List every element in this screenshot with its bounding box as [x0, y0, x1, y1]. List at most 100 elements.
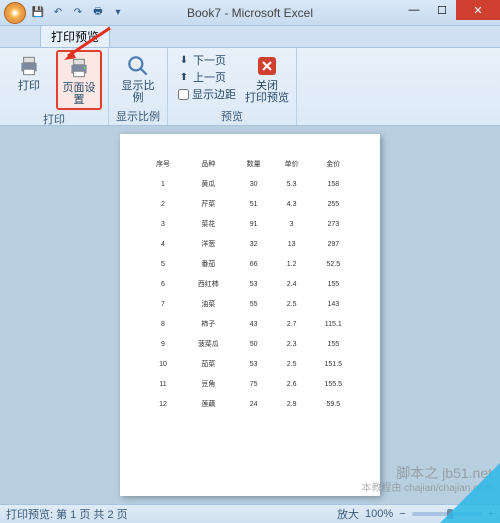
group-preview: ⬇下一页 ⬆上一页 显示边距 关闭 打印预览 预览	[168, 48, 297, 125]
redo-icon[interactable]: ↷	[70, 5, 86, 21]
table-row: 12莲藕242.959.5	[144, 394, 356, 414]
window-title: Book7 - Microsoft Excel	[187, 6, 313, 20]
preview-page: 序号品种数量单价金价 1黄瓜305.31582芹菜514.32553菜花9132…	[120, 134, 380, 496]
table-cell: 66	[235, 254, 273, 274]
zoom-out-button[interactable]: −	[399, 508, 405, 520]
undo-icon[interactable]: ↶	[50, 5, 66, 21]
table-cell: 菠菜瓜	[182, 334, 235, 354]
table-cell: 53	[235, 354, 273, 374]
table-cell: 2.7	[273, 314, 311, 334]
table-cell: 西红柿	[182, 274, 235, 294]
table-row: 8柿子432.7115.1	[144, 314, 356, 334]
table-cell: 莲藕	[182, 394, 235, 414]
table-header-cell: 序号	[144, 154, 182, 174]
table-row: 2芹菜514.3255	[144, 194, 356, 214]
table-cell: 2.6	[273, 374, 311, 394]
table-cell: 9	[144, 334, 182, 354]
close-preview-button[interactable]: 关闭 打印预览	[244, 50, 290, 106]
qat-dropdown-icon[interactable]: ▾	[110, 5, 126, 21]
table-row: 6西红柿532.4155	[144, 274, 356, 294]
print-button[interactable]: 打印	[6, 50, 52, 94]
table-cell: 155	[311, 274, 356, 294]
table-cell: 13	[273, 234, 311, 254]
table-cell: 黄瓜	[182, 174, 235, 194]
table-cell: 2.4	[273, 274, 311, 294]
table-cell: 芹菜	[182, 194, 235, 214]
show-margins-checkbox[interactable]: 显示边距	[178, 86, 236, 102]
office-button[interactable]	[4, 2, 26, 24]
table-header-cell: 单价	[273, 154, 311, 174]
table-row: 4洋葱3213297	[144, 234, 356, 254]
table-cell: 12	[144, 394, 182, 414]
table-cell: 151.5	[311, 354, 356, 374]
table-row: 9菠菜瓜502.3155	[144, 334, 356, 354]
table-cell: 255	[311, 194, 356, 214]
table-header-cell: 数量	[235, 154, 273, 174]
table-cell: 51	[235, 194, 273, 214]
table-body: 1黄瓜305.31582芹菜514.32553菜花9132734洋葱321329…	[144, 174, 356, 414]
ribbon-tabs: 打印预览	[0, 26, 500, 48]
table-cell: 75	[235, 374, 273, 394]
table-row: 3菜花913273	[144, 214, 356, 234]
zoom-percent: 100%	[365, 508, 393, 520]
table-cell: 115.1	[311, 314, 356, 334]
table-row: 11豆角752.6155.5	[144, 374, 356, 394]
table-header-cell: 品种	[182, 154, 235, 174]
table-cell: 11	[144, 374, 182, 394]
table-cell: 30	[235, 174, 273, 194]
quick-access-toolbar: 💾 ↶ ↷ 🖶 ▾	[0, 2, 126, 24]
table-header-row: 序号品种数量单价金价	[144, 154, 356, 174]
printer-page-icon	[65, 54, 93, 82]
close-button[interactable]: ✕	[456, 0, 500, 20]
window-controls: — ☐ ✕	[400, 0, 500, 20]
table-cell: 番茄	[182, 254, 235, 274]
status-page-info: 打印预览: 第 1 页 共 2 页	[6, 506, 128, 522]
table-cell: 6	[144, 274, 182, 294]
table-row: 1黄瓜305.3158	[144, 174, 356, 194]
minimize-button[interactable]: —	[400, 0, 428, 20]
table-cell: 4	[144, 234, 182, 254]
group-zoom-label: 显示比例	[115, 107, 161, 125]
close-x-icon	[253, 52, 281, 80]
preview-workspace: 序号品种数量单价金价 1黄瓜305.31582芹菜514.32553菜花9132…	[0, 126, 500, 504]
table-cell: 洋葱	[182, 234, 235, 254]
table-cell: 59.5	[311, 394, 356, 414]
print-quick-icon[interactable]: 🖶	[90, 5, 106, 21]
table-cell: 5.3	[273, 174, 311, 194]
table-cell: 55	[235, 294, 273, 314]
show-margins-check[interactable]	[178, 89, 189, 100]
table-row: 7油菜552.5143	[144, 294, 356, 314]
table-cell: 155.5	[311, 374, 356, 394]
table-row: 5番茄661.252.5	[144, 254, 356, 274]
table-cell: 7	[144, 294, 182, 314]
table-cell: 2	[144, 194, 182, 214]
data-table: 序号品种数量单价金价 1黄瓜305.31582芹菜514.32553菜花9132…	[144, 154, 356, 414]
table-cell: 豆角	[182, 374, 235, 394]
table-cell: 茄菜	[182, 354, 235, 374]
zoom-label[interactable]: 放大	[337, 506, 359, 522]
status-bar: 打印预览: 第 1 页 共 2 页 放大 100% − +	[0, 504, 500, 523]
table-cell: 43	[235, 314, 273, 334]
group-print-label: 打印	[6, 110, 102, 128]
table-cell: 柿子	[182, 314, 235, 334]
table-cell: 4.3	[273, 194, 311, 214]
table-cell: 143	[311, 294, 356, 314]
table-cell: 2.3	[273, 334, 311, 354]
tab-print-preview[interactable]: 打印预览	[40, 25, 110, 47]
zoom-button[interactable]: 显示比例	[115, 50, 161, 106]
table-cell: 52.5	[311, 254, 356, 274]
table-row: 10茄菜532.5151.5	[144, 354, 356, 374]
next-page-button[interactable]: ⬇下一页	[178, 52, 236, 68]
table-cell: 8	[144, 314, 182, 334]
table-cell: 32	[235, 234, 273, 254]
prev-page-button[interactable]: ⬆上一页	[178, 69, 236, 85]
table-cell: 91	[235, 214, 273, 234]
maximize-button[interactable]: ☐	[428, 0, 456, 20]
ribbon: 打印 页面设置 打印 显示比例 显示比例 ⬇下一页	[0, 48, 500, 126]
preview-options: ⬇下一页 ⬆上一页 显示边距	[174, 50, 240, 104]
page-setup-button[interactable]: 页面设置	[56, 50, 102, 110]
table-cell: 158	[311, 174, 356, 194]
table-cell: 菜花	[182, 214, 235, 234]
save-icon[interactable]: 💾	[30, 5, 46, 21]
table-cell: 5	[144, 254, 182, 274]
